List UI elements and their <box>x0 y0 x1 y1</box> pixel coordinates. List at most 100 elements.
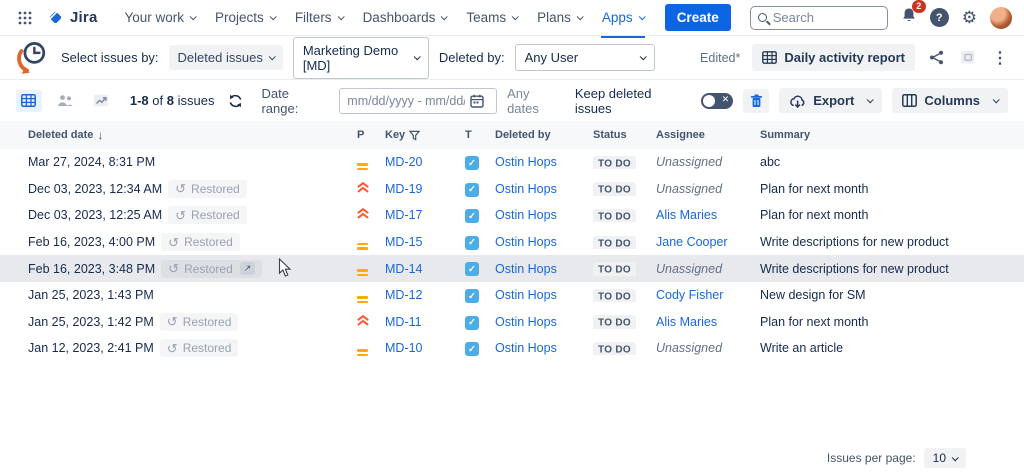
search-icon <box>758 13 767 22</box>
col-assignee[interactable]: Assignee <box>656 129 760 141</box>
filter-funnel-icon[interactable] <box>409 130 420 141</box>
project-select[interactable]: Marketing Demo [MD] <box>293 37 429 79</box>
nav-projects[interactable]: Projects <box>206 4 284 31</box>
col-deleted-by[interactable]: Deleted by <box>495 129 593 141</box>
issue-key-link[interactable]: MD-12 <box>385 288 423 302</box>
deleted-by-select[interactable]: Any User <box>515 44 655 71</box>
issue-key-link[interactable]: MD-14 <box>385 262 423 276</box>
nav-your-work[interactable]: Your work <box>116 4 205 31</box>
jira-logo[interactable]: Jira <box>46 8 98 27</box>
table-row[interactable]: Feb 16, 2023, 4:00 PM ↺ Restored ↗ MD-15… <box>0 229 1024 256</box>
help-button[interactable]: ? <box>930 8 949 27</box>
table-row[interactable]: Feb 16, 2023, 3:48 PM ↺ Restored ↗ MD-14… <box>0 255 1024 282</box>
nav-apps[interactable]: Apps <box>593 4 653 31</box>
priority-medium-icon <box>357 296 368 303</box>
delete-button[interactable] <box>743 89 769 113</box>
nav-dashboards[interactable]: Dashboards <box>354 4 456 31</box>
task-type-icon: ✓ <box>465 156 479 170</box>
notifications-button[interactable]: 2 <box>901 7 917 29</box>
issue-key-link[interactable]: MD-17 <box>385 208 423 222</box>
deleted-by-link[interactable]: Ostin Hops <box>495 235 557 249</box>
table-row[interactable]: Jan 12, 2023, 2:41 PM ↺ Restored ↗ MD-10… <box>0 335 1024 362</box>
assignee-link[interactable]: Alis Maries <box>656 208 717 222</box>
col-key[interactable]: Key <box>385 129 465 141</box>
nav-plans[interactable]: Plans <box>528 4 591 31</box>
deleted-by-link[interactable]: Ostin Hops <box>495 262 557 276</box>
col-deleted-date[interactable]: Deleted date ↓ <box>28 128 357 142</box>
table-view-button[interactable] <box>16 90 42 112</box>
issues-source-dropdown[interactable]: Deleted issues <box>169 45 283 70</box>
restored-badge: ↺ Restored ↗ <box>168 206 247 224</box>
deleted-by-link[interactable]: Ostin Hops <box>495 288 557 302</box>
deleted-by-link[interactable]: Ostin Hops <box>495 315 557 329</box>
deleted-date-value: Jan 12, 2023, 2:41 PM <box>28 341 154 355</box>
col-priority[interactable]: P <box>357 129 385 141</box>
restore-arrow-icon: ↺ <box>168 236 179 249</box>
priority-medium-icon <box>357 269 368 276</box>
chevron-down-icon <box>268 53 275 60</box>
priority-highest-icon <box>357 315 369 326</box>
restore-arrow-icon: ↺ <box>168 262 179 275</box>
restore-arrow-icon: ↺ <box>175 209 186 222</box>
user-avatar[interactable] <box>990 7 1012 29</box>
deleted-date-value: Dec 03, 2023, 12:25 AM <box>28 208 162 222</box>
users-view-button[interactable] <box>52 90 78 112</box>
deleted-by-link[interactable]: Ostin Hops <box>495 155 557 169</box>
page-size-select[interactable]: 10 <box>924 448 966 468</box>
toggle-off-icon: ✕ <box>722 94 730 105</box>
export-button[interactable]: Export <box>779 88 882 113</box>
summary-text: Write an article <box>760 341 1024 355</box>
trash-icon <box>750 94 763 108</box>
status-badge: TO DO <box>593 236 636 250</box>
share-button[interactable] <box>927 48 946 67</box>
issues-per-page-label: Issues per page: <box>827 451 916 465</box>
col-summary[interactable]: Summary <box>760 129 1024 141</box>
task-type-icon: ✓ <box>465 262 479 276</box>
copy-button[interactable] <box>958 48 978 67</box>
deleted-by-link[interactable]: Ostin Hops <box>495 341 557 355</box>
table-row[interactable]: Mar 27, 2024, 8:31 PM ↺ Restored ↗ MD-20… <box>0 149 1024 176</box>
global-search[interactable] <box>750 6 888 30</box>
calendar-icon[interactable] <box>470 94 484 108</box>
restored-label: Restored <box>184 235 233 249</box>
assignee-link[interactable]: Jane Cooper <box>656 235 728 249</box>
any-dates-label: Any dates <box>507 86 565 116</box>
chart-view-button[interactable] <box>88 90 114 112</box>
deleted-by-link[interactable]: Ostin Hops <box>495 208 557 222</box>
priority-medium-icon <box>357 163 368 170</box>
table-row[interactable]: Dec 03, 2023, 12:25 AM ↺ Restored ↗ MD-1… <box>0 202 1024 229</box>
daily-activity-report-button[interactable]: Daily activity report <box>752 44 915 71</box>
search-input[interactable] <box>773 10 873 25</box>
date-range-input[interactable] <box>347 94 465 108</box>
assignee-link[interactable]: Alis Maries <box>656 315 717 329</box>
issue-key-link[interactable]: MD-11 <box>385 315 422 329</box>
col-status[interactable]: Status <box>593 129 656 141</box>
app-switcher-icon[interactable] <box>12 5 38 31</box>
table-row[interactable]: Jan 25, 2023, 1:42 PM ↺ Restored ↗ MD-11… <box>0 309 1024 336</box>
keep-deleted-toggle[interactable]: ✕ <box>701 93 733 109</box>
columns-button[interactable]: Columns <box>892 88 1008 113</box>
task-type-icon: ✓ <box>465 183 479 197</box>
nav-filters[interactable]: Filters <box>286 4 352 31</box>
issue-key-link[interactable]: MD-15 <box>385 235 423 249</box>
issue-key-link[interactable]: MD-19 <box>385 182 423 196</box>
nav-teams[interactable]: Teams <box>457 4 526 31</box>
settings-gear-icon[interactable]: ⚙ <box>962 9 977 26</box>
date-range-field[interactable] <box>339 88 497 114</box>
table-row[interactable]: Dec 03, 2023, 12:34 AM ↺ Restored ↗ MD-1… <box>0 176 1024 203</box>
col-type[interactable]: T <box>465 129 495 141</box>
deleted-by-link[interactable]: Ostin Hops <box>495 182 557 196</box>
refresh-button[interactable] <box>228 93 243 109</box>
more-actions-button[interactable]: ⋮ <box>990 46 1010 70</box>
issue-key-link[interactable]: MD-10 <box>385 341 423 355</box>
table-row[interactable]: Jan 25, 2023, 1:43 PM ↺ Restored ↗ MD-12… <box>0 282 1024 309</box>
chevron-down-icon <box>269 13 276 20</box>
open-restored-issue-icon[interactable]: ↗ <box>240 262 256 275</box>
sort-desc-icon: ↓ <box>97 128 103 142</box>
users-view-icon <box>57 94 73 107</box>
assignee-link[interactable]: Cody Fisher <box>656 288 723 302</box>
restored-label: Restored <box>184 262 233 276</box>
create-button[interactable]: Create <box>665 4 731 31</box>
deleted-date-value: Mar 27, 2024, 8:31 PM <box>28 155 155 169</box>
issue-key-link[interactable]: MD-20 <box>385 155 423 169</box>
